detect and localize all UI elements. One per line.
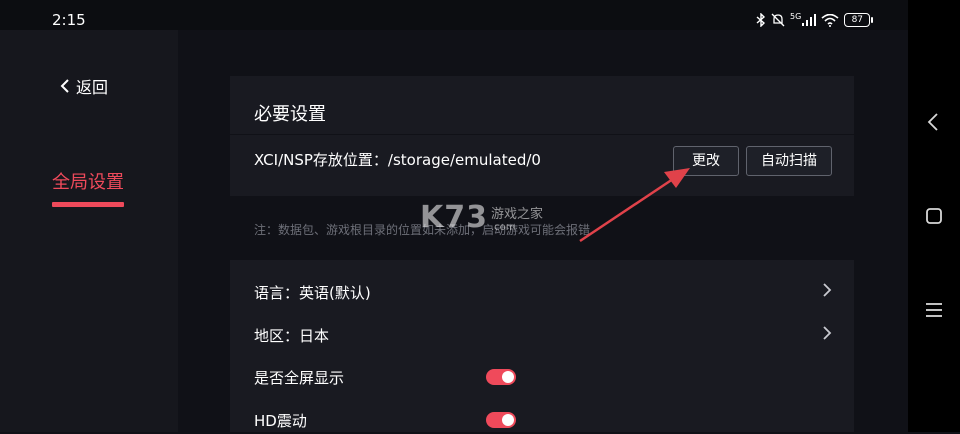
- sidebar-item-global-settings[interactable]: 全局设置: [52, 168, 124, 194]
- wifi-icon: [821, 13, 839, 27]
- nav-back-icon[interactable]: [924, 112, 944, 132]
- signal-icon: [802, 14, 817, 26]
- toggle-knob: [502, 371, 514, 383]
- region-label: 地区：日本: [254, 327, 330, 345]
- mute-icon: [771, 13, 785, 27]
- hd-rumble-row: HD震动: [254, 404, 832, 434]
- storage-path-label: XCI/NSP存放位置：/storage/emulated/0: [254, 151, 541, 169]
- nav-home-icon[interactable]: [924, 206, 944, 226]
- chevron-right-icon: [823, 283, 832, 297]
- watermark-logo-mark: K73: [420, 200, 488, 235]
- fullscreen-toggle[interactable]: [486, 369, 516, 385]
- network-label: 5G: [790, 12, 802, 21]
- nav-bar: [908, 0, 960, 432]
- general-settings-card: 语言：英语(默认) 地区：日本 是否全屏显示 HD震动: [230, 260, 854, 432]
- change-button[interactable]: 更改: [673, 146, 739, 176]
- status-icons: 5G 87: [756, 12, 874, 28]
- active-indicator: [52, 202, 124, 207]
- chevron-right-icon: [823, 326, 832, 340]
- bluetooth-icon: [756, 13, 766, 27]
- card-divider: [230, 134, 854, 135]
- storage-settings-card: 必要设置 XCI/NSP存放位置：/storage/emulated/0 更改 …: [230, 76, 854, 196]
- nav-menu-icon[interactable]: [924, 300, 944, 320]
- toggle-knob: [502, 414, 514, 426]
- back-button[interactable]: 返回: [60, 74, 108, 98]
- status-bar: 2:15 5G 87: [0, 0, 908, 30]
- back-label: 返回: [76, 78, 109, 97]
- sidebar: 返回 全局设置: [0, 30, 178, 432]
- region-row[interactable]: 地区：日本: [254, 319, 832, 349]
- status-time: 2:15: [52, 11, 86, 29]
- fullscreen-label: 是否全屏显示: [254, 369, 345, 387]
- fullscreen-row: 是否全屏显示: [254, 361, 832, 391]
- battery-icon: 87: [844, 13, 874, 27]
- language-row[interactable]: 语言：英语(默认): [254, 276, 832, 306]
- auto-scan-button[interactable]: 自动扫描: [746, 146, 832, 176]
- hd-rumble-label: HD震动: [254, 412, 307, 430]
- card-title: 必要设置: [254, 104, 326, 125]
- watermark-sub: .com: [491, 222, 516, 233]
- watermark-logo: K73 游戏之家 .com: [420, 200, 543, 235]
- hd-rumble-toggle[interactable]: [486, 412, 516, 428]
- watermark-text: 游戏之家: [491, 207, 544, 222]
- language-label: 语言：英语(默认): [254, 284, 371, 302]
- back-chevron-icon: [60, 79, 69, 93]
